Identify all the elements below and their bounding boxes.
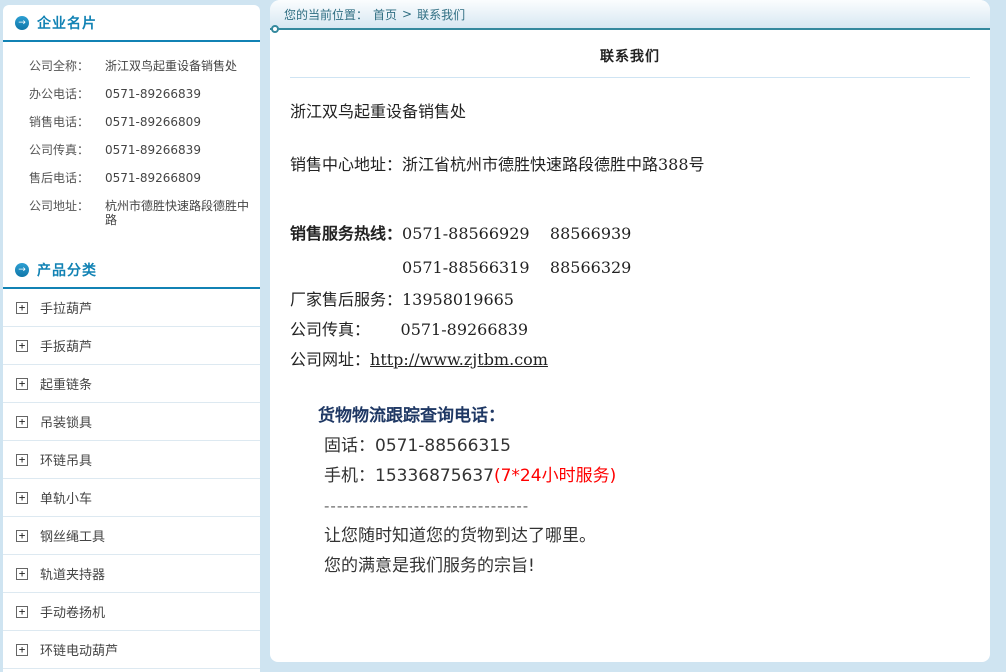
circle-arrow-icon: → — [15, 16, 29, 30]
company-website-row: 公司网址： http://www.zjtbm.com — [290, 345, 970, 375]
logistics-mobile: 手机：15336875637 — [324, 466, 494, 486]
after-sales-service: 厂家售后服务：13958019665 — [290, 285, 970, 315]
expand-plus-icon[interactable]: + — [16, 530, 28, 542]
hotline-numbers-line1: 0571-88566929 88566939 — [402, 217, 631, 251]
website-label: 公司网址： — [290, 345, 370, 375]
website-link[interactable]: http://www.zjtbm.com — [370, 345, 548, 375]
category-label: 手扳葫芦 — [40, 336, 92, 355]
slogan-line-2: 您的满意是我们服务的宗旨! — [318, 551, 970, 581]
expand-plus-icon[interactable]: + — [16, 606, 28, 618]
product-categories-title: 产品分类 — [37, 260, 97, 280]
breadcrumb-prefix: 您的当前位置： — [284, 6, 368, 23]
circle-arrow-icon: → — [15, 263, 29, 277]
card-value: 0571-89266839 — [105, 143, 201, 157]
card-value: 0571-89266809 — [105, 171, 201, 185]
category-item[interactable]: + 吊装锁具 — [3, 403, 260, 441]
category-item[interactable]: + 钢丝绳工具 — [3, 517, 260, 555]
company-card-row: 公司传真： 0571-89266839 — [3, 136, 260, 164]
card-label: 公司传真： — [29, 143, 105, 157]
expand-plus-icon[interactable]: + — [16, 378, 28, 390]
card-label: 售后电话： — [29, 171, 105, 185]
expand-plus-icon[interactable]: + — [16, 568, 28, 580]
company-fax: 公司传真： 0571-89266839 — [290, 315, 970, 345]
contact-info-block: 浙江双鸟起重设备销售处 销售中心地址：浙江省杭州市德胜快速路段德胜中路388号 … — [290, 78, 970, 375]
card-label: 公司全称： — [29, 59, 105, 73]
category-item[interactable]: + 起重链条 — [3, 365, 260, 403]
category-item[interactable]: + 轨道夹持器 — [3, 555, 260, 593]
category-item[interactable]: + 手动卷扬机 — [3, 593, 260, 631]
company-card-row: 办公电话： 0571-89266839 — [3, 80, 260, 108]
contact-content: 联系我们 浙江双鸟起重设备销售处 销售中心地址：浙江省杭州市德胜快速路段德胜中路… — [270, 30, 990, 581]
company-card-row: 销售电话： 0571-89266809 — [3, 108, 260, 136]
hotline-numbers-line2: 0571-88566319 88566329 — [402, 251, 631, 285]
main-panel: 您的当前位置： 首页 > 联系我们 联系我们 浙江双鸟起重设备销售处 销售中心地… — [270, 0, 990, 662]
company-card-list: 公司全称： 浙江双鸟起重设备销售处 办公电话： 0571-89266839 销售… — [3, 42, 260, 246]
dashed-divider: -------------------------------- — [318, 491, 970, 521]
category-label: 吊装锁具 — [40, 412, 92, 431]
category-label: 钢丝绳工具 — [40, 526, 105, 545]
expand-plus-icon[interactable]: + — [16, 454, 28, 466]
breadcrumb: 您的当前位置： 首页 > 联系我们 — [270, 0, 990, 30]
company-name: 浙江双鸟起重设备销售处 — [290, 102, 970, 122]
breadcrumb-home-link[interactable]: 首页 — [373, 6, 397, 23]
category-label: 单轨小车 — [40, 488, 92, 507]
company-card-title: 企业名片 — [37, 13, 97, 33]
page-title: 联系我们 — [290, 30, 970, 78]
product-categories-header: → 产品分类 — [3, 252, 260, 289]
logistics-tracking-block: 货物物流跟踪查询电话： 固话：0571-88566315 手机：15336875… — [318, 401, 970, 581]
sales-hotline: 销售服务热线： 0571-88566929 88566939 0571-8856… — [290, 217, 970, 285]
card-value: 0571-89266809 — [105, 115, 201, 129]
category-label: 手动卷扬机 — [40, 602, 105, 621]
category-item-shoulalulu[interactable]: + 手拉葫芦 — [3, 289, 260, 327]
card-label: 销售电话： — [29, 115, 105, 129]
service-hours-note: (7*24小时服务) — [494, 466, 616, 486]
slogan-line-1: 让您随时知道您的货物到达了哪里。 — [318, 521, 970, 551]
category-item[interactable]: + 手扳葫芦 — [3, 327, 260, 365]
timeline-dot-icon — [271, 25, 279, 33]
expand-plus-icon[interactable]: + — [16, 492, 28, 504]
hotline-label: 销售服务热线： — [290, 217, 402, 285]
card-value: 杭州市德胜快速路段德胜中路 — [105, 199, 252, 227]
company-card-row: 公司全称： 浙江双鸟起重设备销售处 — [3, 52, 260, 80]
category-item[interactable]: + 单轨小车 — [3, 479, 260, 517]
card-label: 办公电话： — [29, 87, 105, 101]
category-item[interactable]: + 环链吊具 — [3, 441, 260, 479]
logistics-title: 货物物流跟踪查询电话： — [318, 401, 970, 431]
expand-plus-icon[interactable]: + — [16, 416, 28, 428]
category-item[interactable]: + 环链电动葫芦 — [3, 631, 260, 669]
card-label: 公司地址： — [29, 199, 105, 227]
company-card-header: → 企业名片 — [3, 5, 260, 42]
expand-plus-icon[interactable]: + — [16, 302, 28, 314]
product-category-list: + 手拉葫芦 + 手扳葫芦 + 起重链条 + 吊装锁具 + 环链吊具 + 单轨小… — [3, 289, 260, 672]
category-label: 起重链条 — [40, 374, 92, 393]
category-label: 轨道夹持器 — [40, 564, 105, 583]
category-label: 手拉葫芦 — [40, 298, 92, 317]
category-label: 环链电动葫芦 — [40, 640, 118, 659]
category-label: 环链吊具 — [40, 450, 92, 469]
expand-plus-icon[interactable]: + — [16, 644, 28, 656]
logistics-mobile-row: 手机：15336875637(7*24小时服务) — [318, 461, 970, 491]
company-card-row: 售后电话： 0571-89266809 — [3, 164, 260, 192]
sales-center-address: 销售中心地址：浙江省杭州市德胜快速路段德胜中路388号 — [290, 155, 970, 175]
breadcrumb-separator: > — [402, 7, 412, 21]
breadcrumb-current: 联系我们 — [417, 6, 465, 23]
card-value: 浙江双鸟起重设备销售处 — [105, 59, 237, 73]
card-value: 0571-89266839 — [105, 87, 201, 101]
expand-plus-icon[interactable]: + — [16, 340, 28, 352]
sidebar: → 企业名片 公司全称： 浙江双鸟起重设备销售处 办公电话： 0571-8926… — [3, 5, 260, 672]
company-card-row: 公司地址： 杭州市德胜快速路段德胜中路 — [3, 192, 260, 234]
logistics-landline: 固话：0571-88566315 — [318, 431, 970, 461]
